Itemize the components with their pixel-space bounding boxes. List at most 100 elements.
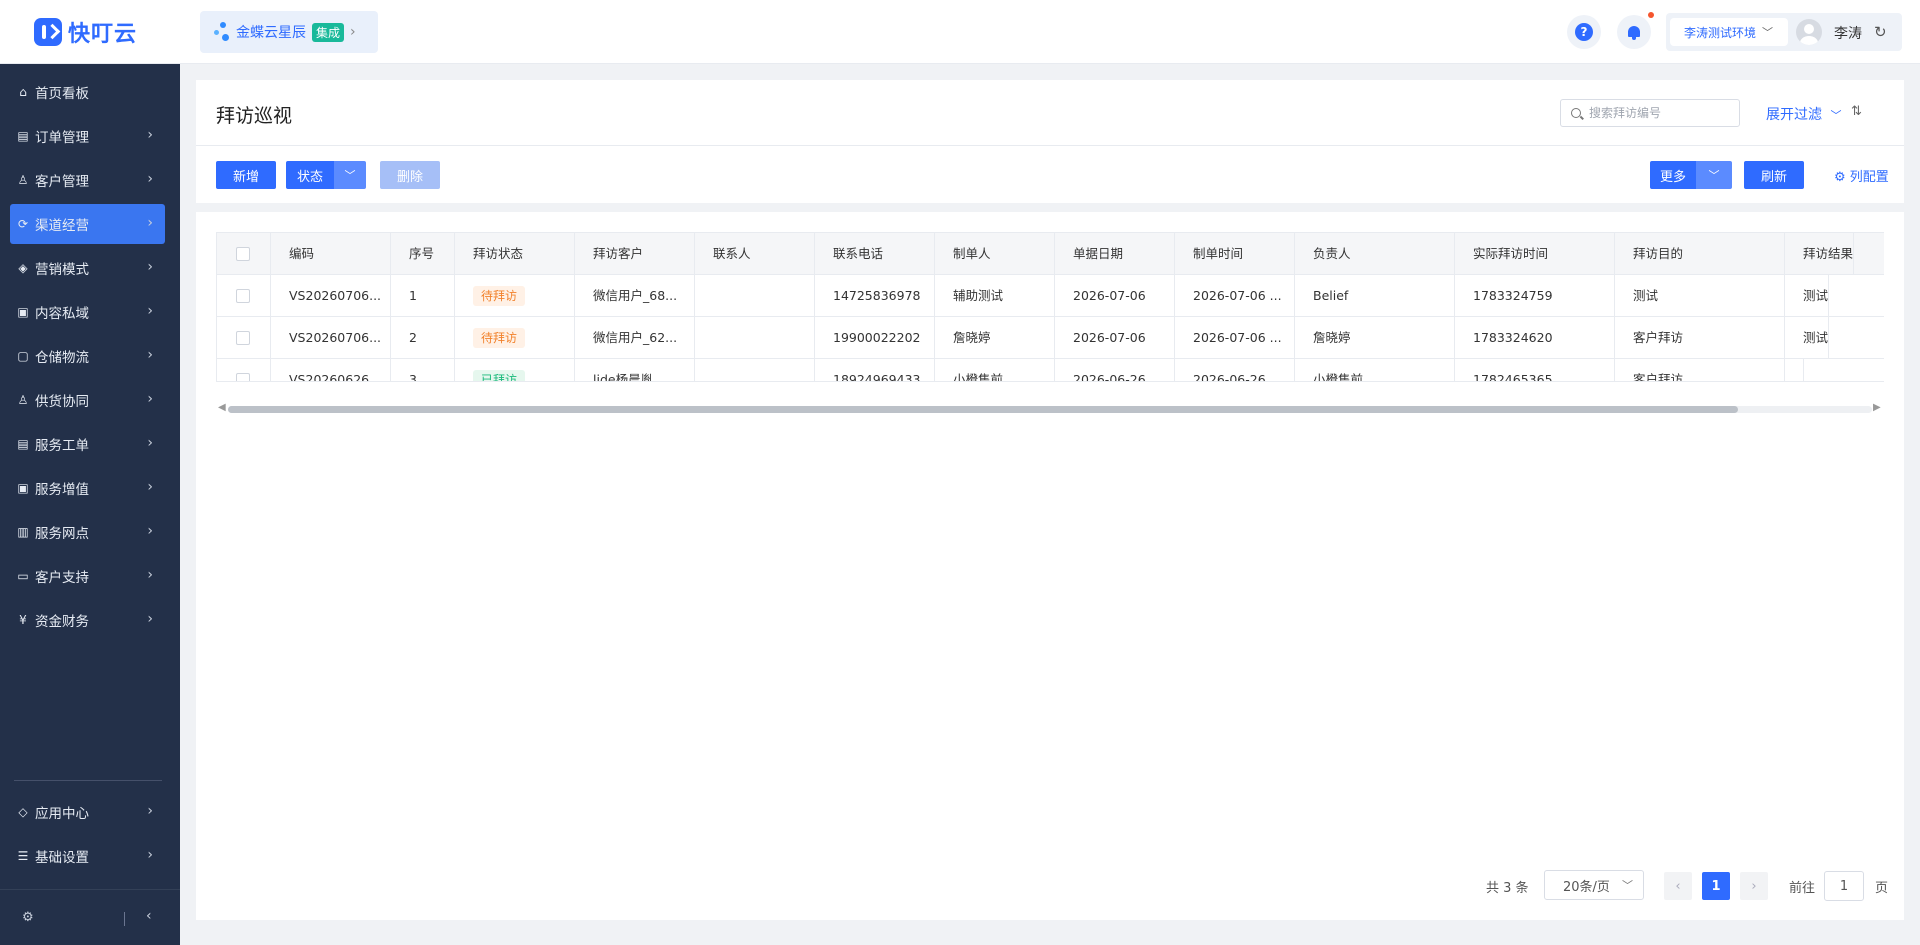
sidebar-item-label: 基础设置: [35, 850, 89, 866]
sidebar-item-ticket[interactable]: ▤ 服务工单 ›: [10, 424, 165, 464]
row-select-cell: [217, 275, 271, 317]
column-header[interactable]: 编码: [271, 233, 391, 275]
refresh-icon[interactable]: ↻: [1874, 23, 1887, 41]
chevron-right-icon: ›: [350, 24, 356, 40]
sidebar-item-supply[interactable]: ♙ 供货协同 ›: [10, 380, 165, 420]
sidebar-item-channel[interactable]: ⟳ 渠道经营 ›: [10, 204, 165, 244]
cell-owner: 小橙售前: [1295, 359, 1455, 381]
table-card: 编码 序号 拜访状态 拜访客户 联系人 联系电话 制单人 单据日期 制单时间 负责人 实际拜访时间拜…: [196, 212, 1904, 920]
chevron-right-icon: ›: [147, 523, 153, 539]
product-switcher[interactable]: 金蝶云星辰 集成 ›: [200, 11, 378, 53]
notifications-button[interactable]: [1617, 15, 1651, 49]
search-box[interactable]: [1560, 99, 1740, 127]
cell-code: VS20260626...: [271, 359, 391, 381]
row-checkbox[interactable]: [236, 331, 250, 345]
cell-contact: [695, 275, 815, 317]
more-dropdown-button[interactable]: ﹀: [1696, 161, 1732, 189]
cell-date: 2026-07-06: [1055, 275, 1175, 317]
app-logo[interactable]: 快叮云: [34, 17, 137, 47]
help-button[interactable]: ?: [1567, 15, 1601, 49]
total-count: 共 3 条: [1486, 881, 1529, 896]
scroll-thumb[interactable]: [228, 406, 1738, 413]
sidebar-item-bag[interactable]: ▣ 服务增值 ›: [10, 468, 165, 508]
table-row[interactable]: VS20260706... 2 待拜访 微信用户_62... 19900022202 詹晓…: [217, 317, 1884, 359]
scroll-right-icon[interactable]: ▶: [1873, 402, 1881, 413]
expand-filter-button[interactable]: 展开过滤 ﹀: [1766, 104, 1841, 124]
sidebar-item-order[interactable]: ▤ 订单管理 ›: [10, 116, 165, 156]
cell-date: 2026-06-26: [1055, 359, 1175, 381]
image-icon: ▣: [17, 305, 29, 319]
search-input[interactable]: [1589, 106, 1729, 120]
column-header[interactable]: 序号: [391, 233, 455, 275]
column-header[interactable]: 负责人: [1295, 233, 1455, 275]
sidebar-item-finance[interactable]: ¥ 资金财务 ›: [10, 600, 165, 640]
column-header[interactable]: 制单时间: [1175, 233, 1295, 275]
sidebar-item-settings-list[interactable]: ☰ 基础设置 ›: [10, 836, 165, 876]
sidebar-item-cube[interactable]: ◇ 应用中心 ›: [10, 792, 165, 832]
goto-label: 前往: [1789, 881, 1816, 896]
page-1-button[interactable]: 1: [1702, 872, 1730, 900]
row-checkbox[interactable]: [236, 289, 250, 303]
column-header[interactable]: 拜访状态: [455, 233, 575, 275]
expand-filter-label: 展开过滤: [1766, 107, 1822, 123]
sidebar-item-label: 服务工单: [35, 438, 89, 454]
chevron-down-icon: ﹀: [1622, 879, 1633, 892]
column-config-button[interactable]: ⚙ 列配置: [1834, 166, 1889, 185]
cell-creator: 詹晓婷: [935, 317, 1055, 359]
scroll-left-icon[interactable]: ◀: [218, 402, 226, 413]
page-header-card: 拜访巡视 展开过滤 ﹀ ⇅ 新增 状态 ﹀ 删除 更多 ﹀ 刷新 ⚙ 列配置: [196, 80, 1904, 203]
table-row[interactable]: VS20260626... 3 已拜访 lide杨晨胤 18924969433 小橙售前 2…: [217, 359, 1884, 381]
column-header[interactable]: 实际拜访时间: [1455, 233, 1615, 275]
collapse-sidebar-icon[interactable]: ‹: [146, 908, 152, 924]
sidebar-item-tag[interactable]: ◈ 营销模式 ›: [10, 248, 165, 288]
delete-button[interactable]: 删除: [380, 161, 440, 189]
title-divider: [196, 145, 1904, 146]
sidebar-footer: ⚙ ‹: [0, 889, 180, 945]
sidebar-item-warehouse[interactable]: ▢ 仓储物流 ›: [10, 336, 165, 376]
horizontal-scrollbar[interactable]: ◀ ▶: [216, 402, 1884, 415]
column-header[interactable]: 单据日期: [1055, 233, 1175, 275]
chevron-right-icon: ›: [147, 259, 153, 275]
sidebar-item-user[interactable]: ♙ 客户管理 ›: [10, 160, 165, 200]
tag-icon: ◈: [18, 261, 28, 275]
column-header[interactable]: 制单人: [935, 233, 1055, 275]
sidebar-item-support[interactable]: ▭ 客户支持 ›: [10, 556, 165, 596]
sidebar-item-image[interactable]: ▣ 内容私域 ›: [10, 292, 165, 332]
cell-result: 测试: [1785, 275, 1830, 317]
goto-page-input[interactable]: [1824, 871, 1864, 901]
status-button[interactable]: 状态: [286, 161, 334, 189]
column-header[interactable]: 联系电话: [815, 233, 935, 275]
env-select[interactable]: 李涛测试环境 ﹀: [1670, 18, 1788, 46]
settings-gear-icon[interactable]: ⚙: [22, 910, 34, 925]
table-row[interactable]: VS20260706... 1 待拜访 微信用户_68... 14725836978 辅助…: [217, 275, 1884, 317]
page-size-select[interactable]: 20条/页 ﹀: [1544, 870, 1644, 900]
table-header-row: 编码 序号 拜访状态 拜访客户 联系人 联系电话 制单人 单据日期 制单时间 负责人 实际拜访时间拜…: [217, 233, 1884, 275]
column-header[interactable]: 拜访结果: [1785, 233, 1855, 275]
column-header[interactable]: 拜访目的: [1615, 233, 1785, 275]
cell-status: 待拜访: [455, 275, 575, 317]
scroll-track[interactable]: [228, 406, 1872, 413]
row-checkbox[interactable]: [236, 373, 250, 381]
status-dropdown-button[interactable]: ﹀: [334, 161, 366, 189]
sort-icon[interactable]: ⇅: [1851, 104, 1862, 119]
column-config-label: 列配置: [1849, 170, 1889, 185]
sidebar-item-store[interactable]: ▥ 服务网点 ›: [10, 512, 165, 552]
sidebar-item-home[interactable]: ⌂ 首页看板: [10, 72, 165, 112]
sidebar-item-label: 资金财务: [35, 614, 89, 630]
cell-result: 测试: [1785, 317, 1830, 359]
user-name[interactable]: 李涛: [1834, 23, 1862, 43]
add-button[interactable]: 新增: [216, 161, 276, 189]
more-button[interactable]: 更多: [1650, 161, 1696, 189]
prev-page-button[interactable]: ‹: [1664, 872, 1692, 900]
cell-creator: 小橙售前: [935, 359, 1055, 381]
sidebar-divider: [14, 780, 162, 781]
chevron-down-icon: ﹀: [1830, 109, 1842, 122]
next-page-button[interactable]: ›: [1740, 872, 1768, 900]
select-all-checkbox[interactable]: [236, 247, 250, 261]
column-header[interactable]: 拜访客户: [575, 233, 695, 275]
refresh-button[interactable]: 刷新: [1744, 161, 1804, 189]
chevron-right-icon: ›: [147, 303, 153, 319]
avatar[interactable]: [1796, 19, 1822, 45]
row-select-cell: [217, 359, 271, 381]
column-header[interactable]: 联系人: [695, 233, 815, 275]
